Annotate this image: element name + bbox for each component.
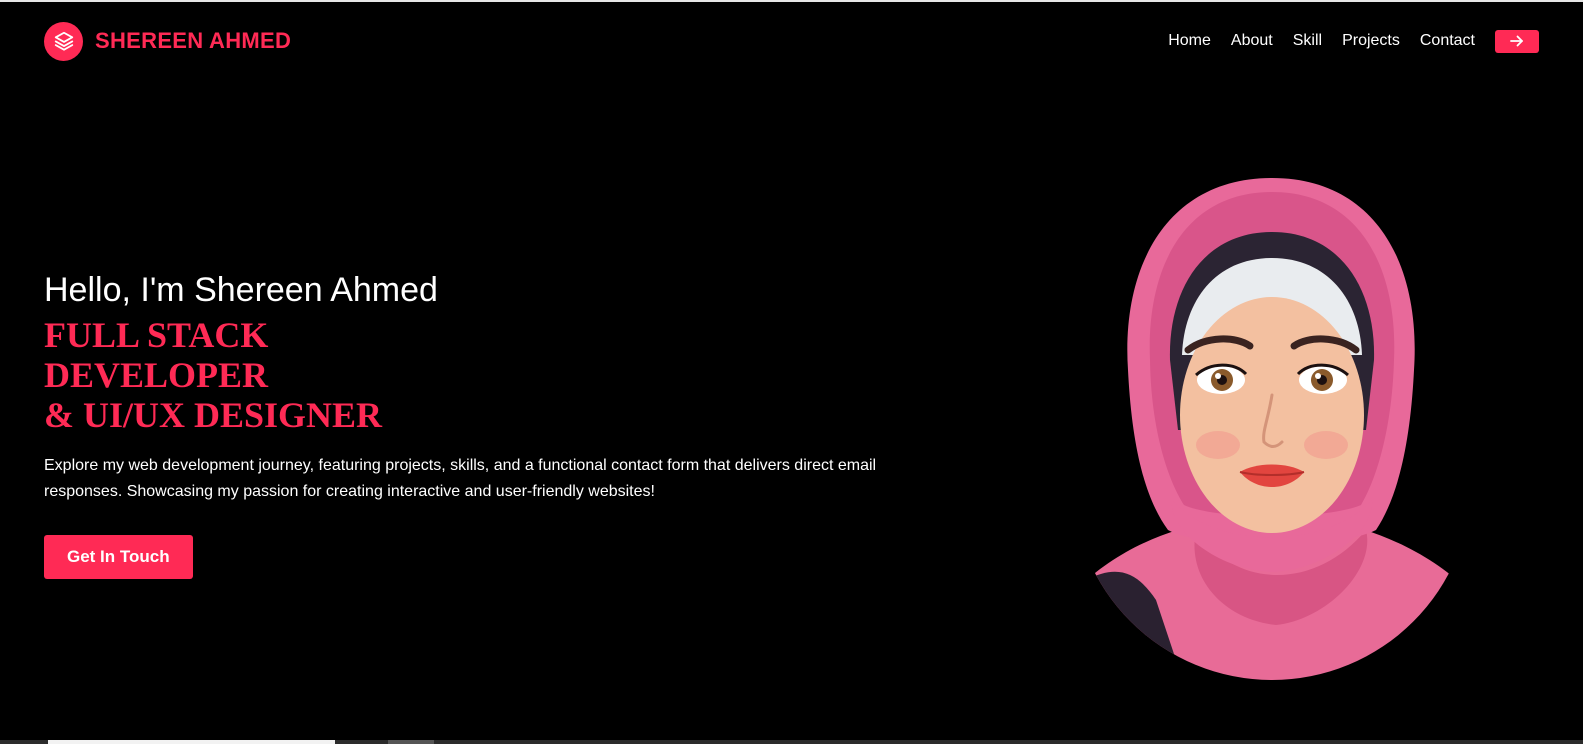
profile-avatar: [1076, 170, 1468, 680]
main-nav: Home About Skill Projects Contact: [1168, 29, 1539, 53]
site-header: SHEREEN AHMED Home About Skill Projects …: [44, 20, 1539, 62]
hero-title-line-1: FULL STACK: [44, 314, 269, 355]
hero-greeting: Hello, I'm Shereen Ahmed: [44, 271, 438, 309]
hero-section: Hello, I'm Shereen Ahmed FULL STACK DEVE…: [44, 270, 924, 579]
nav-home[interactable]: Home: [1168, 32, 1211, 50]
nav-projects[interactable]: Projects: [1342, 32, 1400, 50]
get-in-touch-button[interactable]: Get In Touch: [44, 534, 193, 579]
hero-title-line-2: DEVELOPER: [44, 354, 269, 395]
nav-arrow-button[interactable]: [1495, 29, 1539, 53]
hero-title-line-3: & UI/UX DESIGNER: [44, 394, 383, 435]
bottom-scrollbar-thumb[interactable]: [48, 740, 335, 744]
top-border: [0, 0, 1583, 2]
nav-skill[interactable]: Skill: [1293, 32, 1322, 50]
brand-name[interactable]: SHEREEN AHMED: [95, 28, 291, 54]
arrow-right-icon: [1510, 35, 1523, 47]
brand[interactable]: SHEREEN AHMED: [44, 21, 291, 61]
nav-contact[interactable]: Contact: [1420, 32, 1475, 50]
hero-title: FULL STACK DEVELOPER & UI/UX DESIGNER: [44, 315, 924, 435]
hero-description: Explore my web development journey, feat…: [44, 456, 877, 500]
layers-stack-icon: [44, 21, 83, 61]
nav-about[interactable]: About: [1231, 32, 1273, 50]
bottom-indicator: [388, 740, 434, 744]
